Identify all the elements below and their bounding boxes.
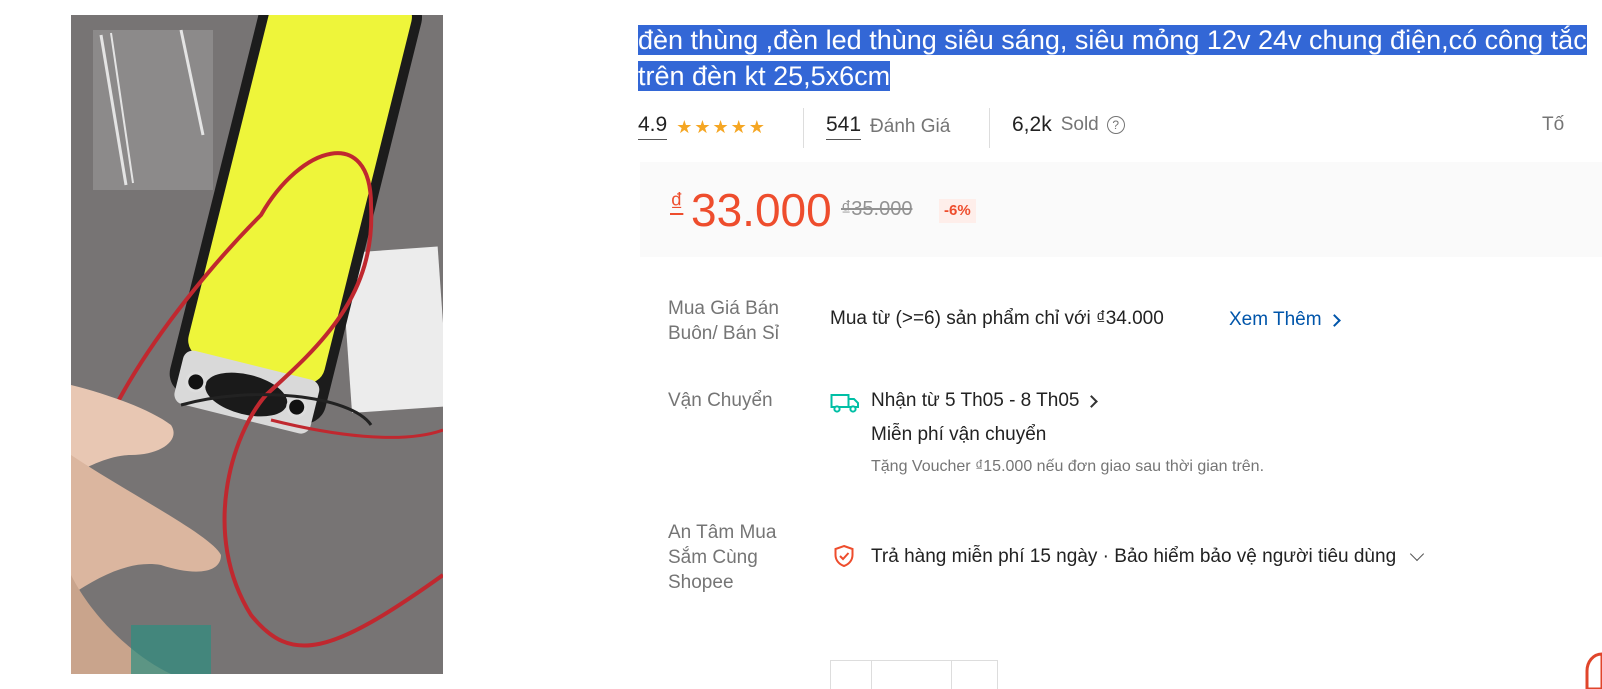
quantity-stepper[interactable] — [830, 660, 998, 689]
guarantee-dropdown[interactable]: Trả hàng miễn phí 15 ngày · Bảo hiểm bảo… — [871, 545, 1425, 569]
rating-stars: ★ ★ ★ ★ ★ — [676, 118, 767, 136]
star-icon: ★ — [694, 116, 711, 137]
chevron-down-icon — [1410, 546, 1425, 562]
wholesale-more-label: Xem Thêm — [1229, 309, 1322, 330]
chevron-right-icon — [1327, 313, 1341, 327]
reviews-count: 541 — [826, 113, 862, 140]
sold-summary: 6,2k Sold ? — [1012, 113, 1125, 137]
reviews-summary[interactable]: 541 Đánh Giá — [826, 113, 950, 140]
product-photo-drawing — [71, 15, 443, 674]
shipping-label: Vận Chuyển — [668, 390, 773, 411]
product-stats: 4.9 ★ ★ ★ ★ ★ 541 Đánh Giá 6,2k Sold ? T… — [638, 108, 1602, 148]
wholesale-text: Mua từ (>=6) sản phẩm chỉ với ₫34.000 — [830, 308, 1164, 329]
divider — [803, 108, 804, 148]
original-price: ₫35.000 — [841, 198, 913, 220]
guarantee-label: An Tâm Mua Sắm Cùng Shopee — [668, 522, 777, 593]
current-price: 33.000 — [691, 184, 832, 236]
product-title-text: đèn thùng ,đèn led thùng siêu sáng, siêu… — [638, 25, 1587, 91]
rating-value: 4.9 — [638, 113, 668, 140]
star-icon: ★ — [676, 116, 693, 137]
delivery-date-link[interactable]: Nhận từ 5 Th05 - 8 Th05 — [871, 389, 1099, 413]
guarantee-text: Trả hàng miễn phí 15 ngày · Bảo hiểm bảo… — [871, 546, 1397, 567]
reviews-label: Đánh Giá — [870, 115, 951, 137]
product-page: đèn thùng ,đèn led thùng siêu sáng, siêu… — [0, 0, 1602, 689]
question-circle-icon[interactable]: ? — [1106, 116, 1125, 134]
divider — [871, 661, 872, 689]
cut-off-element — [1585, 652, 1602, 689]
shield-check-icon — [833, 544, 855, 573]
wholesale-label: Mua Giá Bán Buôn/ Bán Sỉ — [668, 298, 779, 344]
truck-icon — [830, 392, 860, 419]
sold-count: 6,2k — [1012, 113, 1052, 136]
sold-label: Sold — [1060, 114, 1099, 135]
divider — [989, 108, 990, 148]
star-icon: ★ — [712, 116, 729, 137]
price-section: ₫ 33.000 ₫35.000 -6% — [640, 162, 1602, 257]
chevron-right-icon — [1085, 394, 1099, 408]
delivery-date: Nhận từ 5 Th05 - 8 Th05 — [871, 390, 1080, 411]
price-currency: ₫ — [670, 187, 684, 217]
star-icon: ★ — [748, 116, 765, 137]
voucher-note: Tặng Voucher ₫15.000 nếu đơn giao sau th… — [871, 458, 1265, 475]
rating-summary[interactable]: 4.9 ★ ★ ★ ★ ★ — [638, 113, 767, 140]
wholesale-more-link[interactable]: Xem Thêm — [1229, 308, 1341, 332]
free-shipping-text: Miễn phí vận chuyển — [871, 424, 1047, 445]
star-icon: ★ — [730, 116, 747, 137]
discount-badge: -6% — [939, 199, 976, 223]
divider — [951, 661, 952, 689]
product-title: đèn thùng ,đèn led thùng siêu sáng, siêu… — [638, 22, 1598, 94]
report-link[interactable]: Tố — [1542, 113, 1564, 137]
product-image[interactable] — [71, 15, 443, 674]
